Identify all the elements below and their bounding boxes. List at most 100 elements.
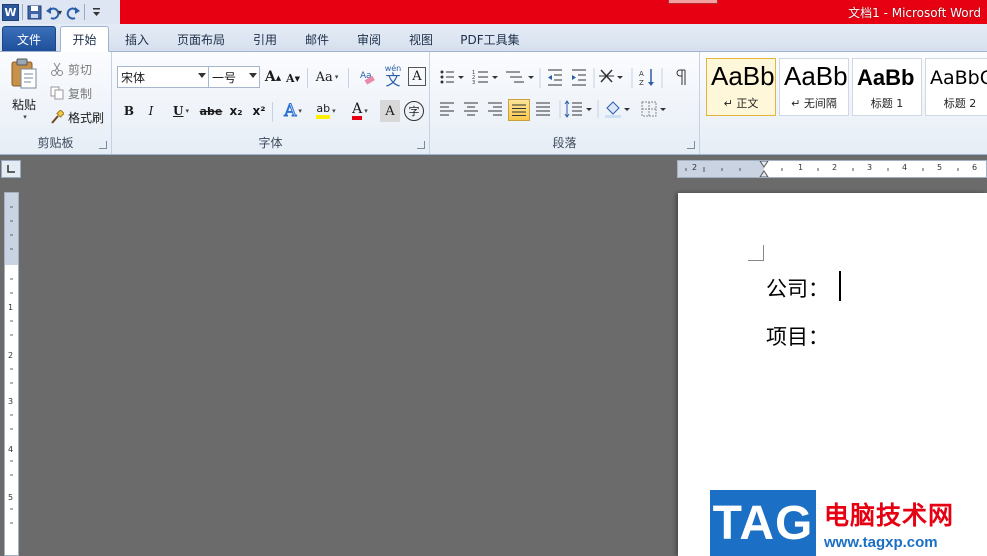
- font-group: 宋体 一号 A ▲ A ▼ Aa ▾ Aa wén 文 A B I U ▾ ab…: [112, 52, 430, 154]
- paragraph-group: 123 A Z 段落: [430, 52, 700, 154]
- clipboard-dialog-launcher-icon[interactable]: [99, 141, 107, 149]
- tab-view[interactable]: 视图: [398, 27, 444, 52]
- font-color-icon: A: [352, 102, 363, 120]
- ribbon-home: 粘贴 ▾ 剪切 复制 格式刷 剪贴板 宋体 一号 A ▲ A ▼ Aa ▾ A …: [0, 52, 987, 155]
- style-normal[interactable]: AaBbCcDd ↵ 正文: [706, 58, 776, 116]
- v-ruler-label: 5: [8, 493, 14, 502]
- style-no-spacing[interactable]: AaBbCcDd ↵ 无间隔: [779, 58, 849, 116]
- subscript-button[interactable]: x₂: [226, 100, 246, 122]
- decrease-indent-button[interactable]: [546, 66, 566, 90]
- style-heading-2[interactable]: AaBbC 标题 2: [925, 58, 987, 116]
- margin-corner-mark: [748, 245, 764, 261]
- shading-button[interactable]: [604, 100, 634, 120]
- tab-review[interactable]: 审阅: [346, 27, 392, 52]
- phonetic-guide-button[interactable]: wén 文: [382, 64, 404, 88]
- text-cursor: [839, 271, 841, 301]
- tab-file[interactable]: 文件: [2, 26, 56, 51]
- font-name-combo[interactable]: 宋体: [117, 66, 209, 88]
- tab-page-layout[interactable]: 页面布局: [167, 27, 235, 52]
- paste-label: 粘贴: [11, 97, 36, 112]
- paste-button[interactable]: 粘贴 ▾: [4, 56, 44, 122]
- undo-button[interactable]: ▾: [45, 2, 62, 22]
- redo-icon: [66, 6, 80, 20]
- word-app-icon[interactable]: W: [2, 2, 19, 22]
- show-marks-button[interactable]: [674, 66, 694, 90]
- horizontal-ruler[interactable]: 2 2 1 2 3 4 5 6: [677, 160, 987, 178]
- bold-button[interactable]: B: [120, 100, 138, 122]
- justify-button[interactable]: [508, 99, 530, 121]
- h-ruler-label: 2: [692, 163, 698, 172]
- enclose-char-button[interactable]: 字: [404, 101, 424, 121]
- word-logo: W: [2, 3, 19, 21]
- char-border-button[interactable]: A: [408, 67, 426, 86]
- watermark-text: 电脑技术网 www.tagxp.com: [816, 490, 987, 556]
- align-left-button[interactable]: [438, 100, 458, 120]
- v-ruler-label: 3: [8, 397, 14, 406]
- multilevel-list-button[interactable]: [504, 66, 536, 90]
- line-spacing-button[interactable]: [564, 100, 596, 120]
- paragraph-dialog-launcher-icon[interactable]: [687, 141, 695, 149]
- tab-home[interactable]: 开始: [60, 26, 109, 52]
- h-ruler-label: 2: [832, 163, 838, 172]
- underline-button[interactable]: U ▾: [166, 100, 196, 122]
- paragraph-group-label: 段落: [552, 136, 577, 150]
- font-dialog-launcher-icon[interactable]: [417, 141, 425, 149]
- char-shading-button[interactable]: A: [380, 100, 400, 122]
- highlight-button[interactable]: ab ▾: [310, 100, 342, 122]
- tab-references[interactable]: 引用: [242, 27, 288, 52]
- h-ruler-label: 1: [798, 163, 804, 172]
- style-heading-1[interactable]: AaBb 标题 1: [852, 58, 922, 116]
- paste-dropdown-icon[interactable]: ▾: [23, 113, 27, 121]
- font-size-combo[interactable]: 一号: [208, 66, 260, 88]
- undo-dropdown-icon[interactable]: ▾: [58, 8, 62, 17]
- cut-button[interactable]: 剪切: [50, 60, 92, 78]
- copy-button[interactable]: 复制: [50, 84, 92, 102]
- h-ruler-label: 3: [867, 163, 873, 172]
- text-effects-button[interactable]: A ▾: [278, 100, 308, 122]
- tab-insert[interactable]: 插入: [114, 27, 160, 52]
- change-case-button[interactable]: Aa ▾: [312, 67, 342, 87]
- align-right-button[interactable]: [486, 100, 506, 120]
- redo-button[interactable]: [65, 2, 81, 22]
- align-center-button[interactable]: [462, 100, 482, 120]
- format-painter-button[interactable]: 格式刷: [50, 108, 104, 126]
- style-heading-2-name: 标题 2: [943, 97, 977, 110]
- phonetic-char: 文: [385, 70, 401, 89]
- style-no-spacing-sample: AaBbCcDd: [784, 61, 848, 91]
- font-name-value: 宋体: [121, 70, 146, 85]
- vertical-ruler[interactable]: 1 2 3 4 5: [4, 192, 19, 556]
- styles-gallery: AaBbCcDd ↵ 正文 AaBbCcDd ↵ 无间隔 AaBb 标题 1 A…: [706, 52, 987, 118]
- superscript-button[interactable]: x²: [249, 100, 269, 122]
- tab-selector[interactable]: [1, 160, 21, 178]
- clear-format-button[interactable]: Aa: [356, 66, 378, 88]
- grow-font-button[interactable]: A ▲: [264, 67, 282, 87]
- font-name-dropdown-icon[interactable]: [198, 73, 206, 78]
- doc-line-project[interactable]: 项目：: [766, 321, 829, 351]
- italic-button[interactable]: I: [142, 100, 160, 122]
- font-color-button[interactable]: A ▾: [344, 100, 376, 122]
- sort-button[interactable]: [638, 66, 658, 90]
- save-button[interactable]: [26, 2, 42, 22]
- enclose-char-icon: 字: [408, 105, 420, 118]
- borders-button[interactable]: [640, 100, 670, 120]
- scissors-icon: [51, 62, 63, 76]
- justify-icon: [512, 104, 526, 116]
- customize-qat-button[interactable]: [88, 2, 104, 22]
- clear-format-icon: Aa: [360, 71, 375, 85]
- shrink-font-button[interactable]: A ▼: [285, 69, 301, 87]
- distributed-button[interactable]: [534, 100, 554, 120]
- font-size-dropdown-icon[interactable]: [249, 73, 257, 78]
- numbering-button[interactable]: [470, 66, 500, 90]
- asian-layout-button[interactable]: [598, 66, 626, 90]
- doc-line-company[interactable]: 公司：: [766, 273, 829, 303]
- customize-dropdown-icon: [92, 8, 100, 16]
- tab-mailings[interactable]: 邮件: [294, 27, 340, 52]
- bullets-button[interactable]: [436, 66, 466, 90]
- style-no-spacing-name: ↵ 无间隔: [791, 97, 837, 110]
- site-watermark: TAG 电脑技术网 www.tagxp.com: [710, 490, 987, 556]
- cut-label: 剪切: [68, 62, 93, 77]
- font-group-label: 字体: [258, 136, 283, 150]
- increase-indent-button[interactable]: [570, 66, 590, 90]
- strikethrough-button[interactable]: abe: [200, 100, 223, 122]
- tab-pdf-tools[interactable]: PDF工具集: [452, 27, 528, 52]
